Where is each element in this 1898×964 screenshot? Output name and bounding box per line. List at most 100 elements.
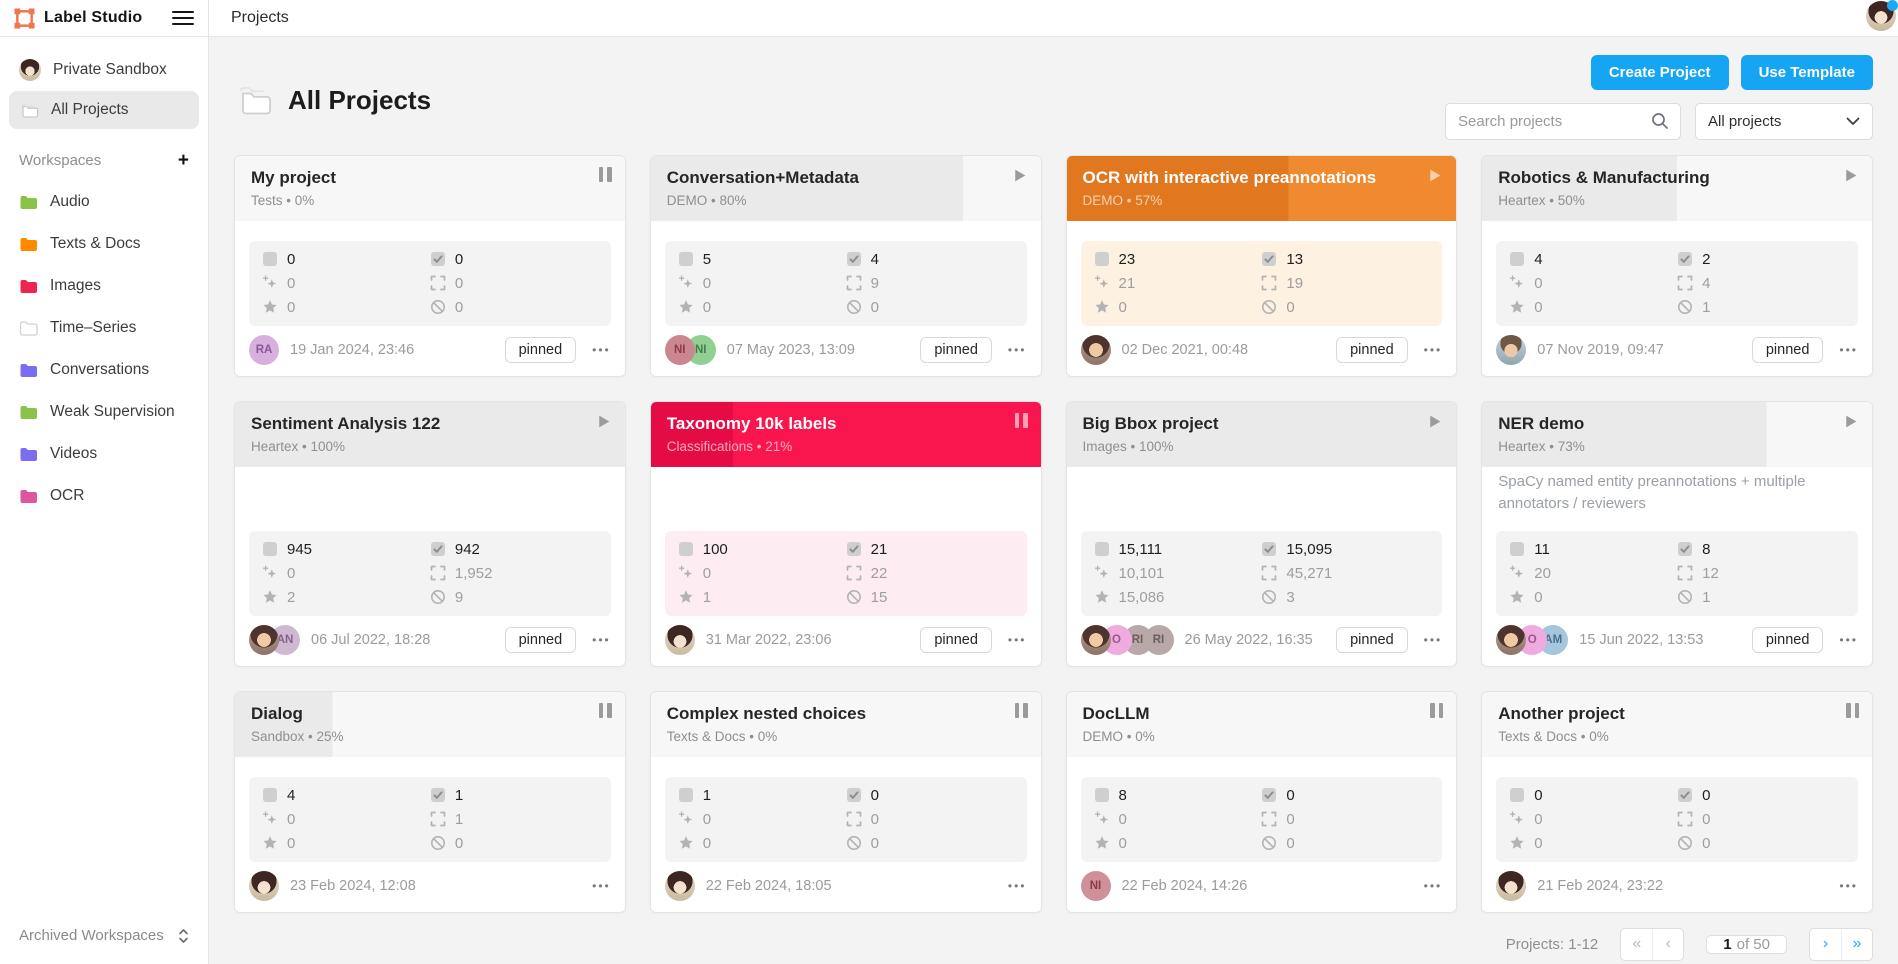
sidebar-item-private-sandbox[interactable]: Private Sandbox [9, 49, 199, 91]
pause-icon[interactable] [1846, 703, 1859, 718]
pause-icon[interactable] [1430, 703, 1443, 718]
play-icon[interactable] [1842, 413, 1859, 430]
sidebar-workspace-item[interactable]: Texts & Docs [9, 224, 199, 264]
card-menu-icon[interactable]: ••• [1008, 633, 1027, 647]
stat-skipped: 1 [1677, 299, 1845, 316]
add-workspace-button[interactable]: + [178, 151, 189, 170]
card-menu-icon[interactable]: ••• [1839, 343, 1858, 357]
project-state[interactable] [1015, 413, 1028, 433]
archived-workspaces-toggle[interactable]: Archived Workspaces [9, 919, 199, 952]
project-card[interactable]: DocLLM DEMO • 0% 8 [1066, 691, 1458, 913]
sidebar-workspace-item[interactable]: Weak Supervision [9, 392, 199, 432]
card-menu-icon[interactable]: ••• [1839, 879, 1858, 893]
pinned-badge[interactable]: pinned [505, 337, 577, 363]
project-state[interactable] [1430, 703, 1443, 723]
project-state[interactable] [599, 703, 612, 723]
previous-page-button[interactable]: ‹ [1652, 929, 1683, 960]
project-state[interactable] [1011, 167, 1028, 189]
user-menu[interactable] [1866, 1, 1896, 36]
project-card[interactable]: Another project Texts & Docs • 0% 0 [1481, 691, 1873, 913]
card-menu-icon[interactable]: ••• [592, 343, 611, 357]
label-studio-logo-icon[interactable] [14, 8, 35, 29]
project-card[interactable]: Complex nested choices Texts & Docs • 0%… [650, 691, 1042, 913]
card-menu-icon[interactable]: ••• [1839, 633, 1858, 647]
project-card[interactable]: Taxonomy 10k labels Classifications • 21… [650, 401, 1042, 667]
play-icon[interactable] [595, 413, 612, 430]
pagination-bar: Projects: 1-12 « ‹ 1 of 50 › » [234, 913, 1873, 964]
play-icon[interactable] [1426, 167, 1443, 184]
project-card[interactable]: OCR with interactive preannotations DEMO… [1066, 155, 1458, 377]
card-menu-icon[interactable]: ••• [1008, 879, 1027, 893]
project-card[interactable]: Big Bbox project Images • 100% 15,111 [1066, 401, 1458, 667]
next-page-button[interactable]: › [1810, 929, 1841, 960]
project-card[interactable]: My project Tests • 0% 0 [234, 155, 626, 377]
card-menu-icon[interactable]: ••• [1008, 343, 1027, 357]
sidebar-workspace-item[interactable]: Time–Series [9, 308, 199, 348]
projects-stack-icon [234, 84, 274, 118]
project-card[interactable]: Sentiment Analysis 122 Heartex • 100% 94… [234, 401, 626, 667]
last-page-button[interactable]: » [1841, 929, 1872, 960]
skipped-slash-icon [1261, 589, 1277, 605]
first-page-button[interactable]: « [1621, 929, 1652, 960]
pinned-badge[interactable]: pinned [1752, 627, 1824, 653]
project-card[interactable]: Dialog Sandbox • 25% 4 [234, 691, 626, 913]
project-state[interactable] [1842, 413, 1859, 435]
pinned-badge[interactable]: pinned [920, 627, 992, 653]
folder-icon [19, 404, 38, 421]
stat-frames: 9 [846, 275, 1014, 292]
project-state[interactable] [1426, 413, 1443, 435]
project-filter-dropdown[interactable]: All projects [1695, 103, 1873, 140]
annotations-check-icon [846, 541, 862, 557]
project-state[interactable] [1015, 703, 1028, 723]
use-template-button[interactable]: Use Template [1741, 55, 1873, 90]
pause-icon[interactable] [1015, 413, 1028, 428]
pinned-badge[interactable]: pinned [920, 337, 992, 363]
sidebar-workspace-item[interactable]: Videos [9, 434, 199, 474]
project-state[interactable] [1846, 703, 1859, 723]
pinned-badge[interactable]: pinned [1336, 337, 1408, 363]
card-menu-icon[interactable]: ••• [1424, 343, 1443, 357]
pinned-badge[interactable]: pinned [505, 627, 577, 653]
pause-icon[interactable] [599, 703, 612, 718]
member-avatar-photo [1081, 335, 1111, 365]
card-menu-icon[interactable]: ••• [592, 879, 611, 893]
created-date: 23 Feb 2024, 12:08 [290, 878, 416, 894]
card-menu-icon[interactable]: ••• [1424, 879, 1443, 893]
pinned-badge[interactable]: pinned [1336, 627, 1408, 653]
play-icon[interactable] [1426, 413, 1443, 430]
project-state[interactable] [595, 413, 612, 435]
page-title: All Projects [288, 85, 431, 116]
sidebar-workspace-item[interactable]: Audio [9, 182, 199, 222]
create-project-button[interactable]: Create Project [1591, 55, 1729, 90]
pause-icon[interactable] [1015, 703, 1028, 718]
sidebar-workspace-item[interactable]: Images [9, 266, 199, 306]
stat-frames: 4 [1677, 275, 1845, 292]
project-card[interactable]: NER demo Heartex • 73% SpaCy named entit… [1481, 401, 1873, 667]
card-menu-icon[interactable]: ••• [1424, 633, 1443, 647]
member-avatar-photo [1496, 871, 1526, 901]
search-icon[interactable] [1650, 111, 1670, 131]
stat-frames: 0 [1677, 811, 1845, 828]
search-input[interactable] [1445, 103, 1681, 140]
created-date: 22 Feb 2024, 14:26 [1122, 878, 1248, 894]
hamburger-menu-icon[interactable] [172, 11, 194, 25]
project-card[interactable]: Conversation+Metadata DEMO • 80% 5 [650, 155, 1042, 377]
play-icon[interactable] [1011, 167, 1028, 184]
project-stats: 0 0 0 0 [1496, 777, 1858, 862]
play-icon[interactable] [1842, 167, 1859, 184]
sidebar-item-all-projects[interactable]: All Projects [9, 91, 199, 129]
card-menu-icon[interactable]: ••• [592, 633, 611, 647]
project-stats: 100 21 0 22 [665, 531, 1027, 616]
project-state[interactable] [1426, 167, 1443, 189]
sidebar-workspace-item[interactable]: Conversations [9, 350, 199, 390]
stat-starred: 0 [678, 835, 846, 852]
project-state[interactable] [599, 167, 612, 187]
predictions-sparkle-icon [1094, 275, 1110, 291]
project-card[interactable]: Robotics & Manufacturing Heartex • 50% 4 [1481, 155, 1873, 377]
pause-icon[interactable] [599, 167, 612, 182]
pinned-badge[interactable]: pinned [1752, 337, 1824, 363]
predictions-sparkle-icon [1509, 811, 1525, 827]
stat-frames: 1,952 [430, 565, 598, 582]
project-state[interactable] [1842, 167, 1859, 189]
sidebar-workspace-item[interactable]: OCR [9, 476, 199, 516]
